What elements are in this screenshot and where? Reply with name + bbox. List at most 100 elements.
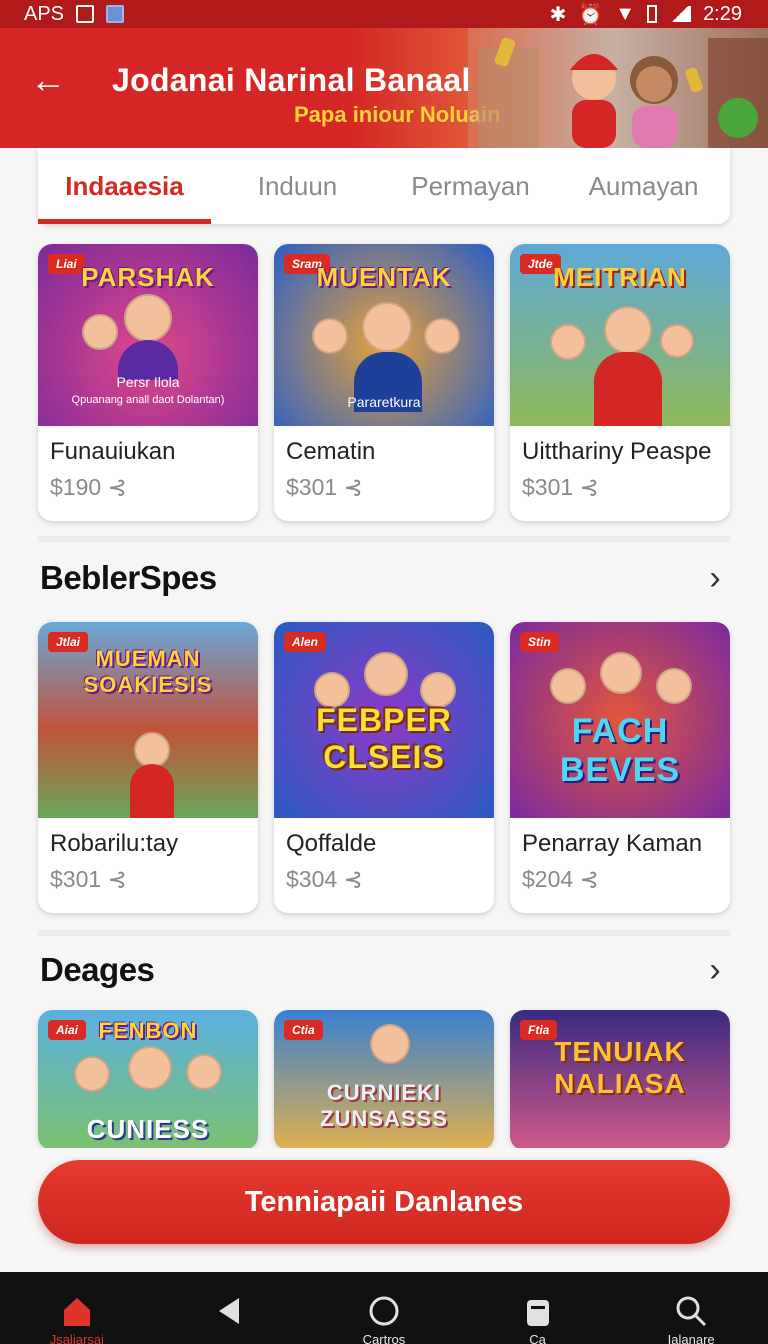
battery-icon <box>647 5 658 23</box>
game-thumbnail: Stin FACH BEVES <box>510 622 730 818</box>
character-face <box>656 668 692 704</box>
section-title: Deages <box>40 951 155 988</box>
nav-back[interactable] <box>170 1294 290 1332</box>
tab-indaaesia[interactable]: Indaaesia <box>38 148 211 224</box>
card-price: $301 ⊰ <box>274 466 494 521</box>
card-badge: Alen <box>284 632 327 652</box>
price-tag-icon: ⊰ <box>107 474 127 500</box>
price-tag-icon: ⊰ <box>107 866 127 892</box>
game-card[interactable]: Ftia TENUIAK NALIASA <box>510 1010 730 1150</box>
thumbnail-title: MEITRIAN <box>553 262 687 292</box>
game-thumbnail: Liai PARSHAK Persr Ilola Qpuanang anall … <box>38 244 258 426</box>
system-navigation-bar: Jsaliarsai Cartros Ca Ialanare <box>0 1272 768 1344</box>
search-icon <box>676 1296 707 1327</box>
section-title: BeblerSpes <box>40 559 217 596</box>
thumbnail-big-title: CURNIEKI ZUNSASSS <box>320 1080 448 1131</box>
page-title: Jodanai Narinal Banaal <box>112 62 471 98</box>
app-screen: APS ✱ ⏰ ▼ 2:29 ← Jodanai Narinal Banaal … <box>0 0 768 1344</box>
section-row: Jtlai MUEMAN SOAKIESIS Robarilu:tay $301… <box>38 622 730 913</box>
featured-row: Liai PARSHAK Persr Ilola Qpuanang anall … <box>38 244 730 521</box>
character-face <box>364 652 408 696</box>
nav-label: Ialanare <box>667 1332 715 1344</box>
bluetooth-icon: ✱ <box>549 3 567 26</box>
character-face <box>424 318 460 354</box>
thumbnail-big-title: FEBPER CLSEIS <box>316 702 452 775</box>
category-tabs: Indaaesia Induun Permayan Aumayan <box>38 148 730 224</box>
character-body <box>130 764 174 818</box>
tab-aumayan[interactable]: Aumayan <box>557 148 730 224</box>
alarm-icon: ⏰ <box>578 3 604 26</box>
thumbnail-caption: Pararetkura <box>347 394 421 410</box>
game-card[interactable]: Liai PARSHAK Persr Ilola Qpuanang anall … <box>38 244 258 521</box>
back-triangle-icon <box>219 1298 240 1324</box>
nav-bag[interactable]: Ca <box>478 1294 598 1344</box>
game-card[interactable]: Jtlai MUEMAN SOAKIESIS Robarilu:tay $301… <box>38 622 258 913</box>
character-face <box>312 318 348 354</box>
character-face <box>82 314 118 350</box>
tab-induun[interactable]: Induun <box>211 148 384 224</box>
game-card[interactable]: Alen FEBPER CLSEIS Qoffalde $304 ⊰ <box>274 622 494 913</box>
status-carrier: APS <box>24 2 65 25</box>
nav-search[interactable]: Ialanare <box>631 1294 751 1344</box>
wifi-icon: ▼ <box>615 2 636 25</box>
thumbnail-big-title: CUNIESS <box>86 1114 210 1144</box>
game-thumbnail: Alen FEBPER CLSEIS <box>274 622 494 818</box>
thumbnail-big-title: FACH BEVES <box>559 712 681 789</box>
card-title: Cematin <box>286 438 376 465</box>
card-price: $304 ⊰ <box>274 858 494 913</box>
price-value: $190 <box>50 474 102 500</box>
character-face <box>370 1024 410 1064</box>
price-tag-icon: ⊰ <box>343 866 363 892</box>
game-thumbnail: Ctia CURNIEKI ZUNSASSS <box>274 1010 494 1150</box>
thumbnail-title: MUENTAK <box>316 262 452 292</box>
price-value: $301 <box>522 474 574 500</box>
character-face <box>550 324 586 360</box>
chevron-right-icon[interactable]: › <box>700 559 730 598</box>
home-icon <box>63 1298 90 1326</box>
nav-home[interactable]: Jsaliarsai <box>17 1294 137 1344</box>
character-face <box>128 1046 172 1090</box>
thumbnail-caption: Persr Ilola <box>116 374 180 390</box>
chevron-right-icon[interactable]: › <box>700 951 730 990</box>
game-card[interactable]: Jtde MEITRIAN Uitthariny Peaspe $301 ⊰ <box>510 244 730 521</box>
price-value: $301 <box>286 474 338 500</box>
game-card[interactable]: Aiai FENBON CUNIESS <box>38 1010 258 1150</box>
card-badge: Ctia <box>284 1020 323 1040</box>
nav-label: Jsaliarsai <box>49 1332 104 1344</box>
thumbnail-title: FENBON <box>98 1018 198 1043</box>
thumbnail-title: PARSHAK <box>81 262 215 292</box>
circle-icon <box>369 1296 399 1326</box>
card-price: $190 ⊰ <box>38 466 258 521</box>
price-value: $304 <box>286 866 338 892</box>
card-price: $301 ⊰ <box>510 466 730 521</box>
game-card[interactable]: Ctia CURNIEKI ZUNSASSS <box>274 1010 494 1150</box>
card-title: Penarray Kaman <box>522 830 703 857</box>
bag-icon <box>526 1300 549 1326</box>
tab-permayan[interactable]: Permayan <box>384 148 557 224</box>
app-notification-icon <box>106 5 125 23</box>
price-tag-icon: ⊰ <box>579 866 599 892</box>
character-face <box>660 324 694 358</box>
section-divider <box>38 930 730 936</box>
card-title: Qoffalde <box>286 830 377 857</box>
primary-cta-button[interactable]: Tenniapaii Danlanes <box>38 1160 730 1244</box>
thumbnail-subcaption: Qpuanang anall daot Dolantan) <box>71 394 225 406</box>
card-title: Uitthariny Peaspe <box>522 438 712 465</box>
nav-home-circle[interactable]: Cartros <box>324 1294 444 1344</box>
status-right: ✱ ⏰ ▼ 2:29 <box>550 2 742 27</box>
game-card[interactable]: Sram MUENTAK Pararetkura Cematin $301 ⊰ <box>274 244 494 521</box>
thumbnail-title: TENUIAK NALIASA <box>554 1036 686 1099</box>
character-face <box>186 1054 222 1090</box>
game-thumbnail: Aiai FENBON CUNIESS <box>38 1010 258 1150</box>
card-price: $204 ⊰ <box>510 858 730 913</box>
game-card[interactable]: Stin FACH BEVES Penarray Kaman $204 ⊰ <box>510 622 730 913</box>
section-header[interactable]: BeblerSpes › <box>40 556 730 600</box>
card-title: Robarilu:tay <box>50 830 179 857</box>
section-divider <box>38 536 730 542</box>
card-badge: Stin <box>520 632 559 652</box>
character-face <box>134 732 170 768</box>
signal-icon <box>669 6 692 22</box>
section-row: Aiai FENBON CUNIESS Ctia CURNIEKI ZUNSAS… <box>38 1010 730 1150</box>
back-arrow-icon[interactable]: ← <box>28 60 68 100</box>
section-header[interactable]: Deages › <box>40 948 730 992</box>
